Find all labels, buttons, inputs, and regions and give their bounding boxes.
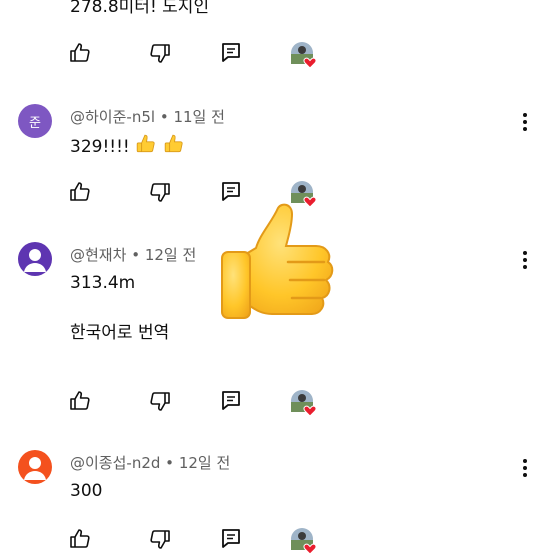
comment-header: @하이준-n5l • 11일 전 [70, 106, 225, 127]
comment-header: @현재차 • 12일 전 [70, 244, 196, 265]
thumbs-up-emoji-icon [163, 133, 185, 155]
default-user-icon [24, 457, 46, 480]
comment-text-partial: 278.8미터! 도지인 [70, 0, 210, 17]
like-icon[interactable] [68, 389, 92, 413]
more-options-icon[interactable] [522, 112, 528, 132]
creator-heart-icon [290, 527, 318, 555]
avatar[interactable] [18, 450, 52, 484]
avatar[interactable] [18, 242, 52, 276]
comment-body: 329!!!! [70, 137, 130, 157]
comment-time[interactable]: 12일 전 [145, 246, 196, 264]
comment-text: 300 [70, 481, 103, 501]
avatar-initial: 준 [29, 115, 41, 131]
separator-dot: • [159, 108, 169, 126]
dislike-icon[interactable] [148, 527, 172, 551]
comment-text: 329!!!! [70, 133, 185, 157]
separator-dot: • [165, 454, 175, 472]
comment-author[interactable]: @현재차 [70, 246, 126, 264]
more-options-icon[interactable] [522, 458, 528, 478]
creator-heart-icon [290, 389, 318, 417]
comment-time[interactable]: 12일 전 [179, 454, 230, 472]
like-icon[interactable] [68, 180, 92, 204]
comment-text: 313.4m [70, 273, 136, 293]
reply-icon[interactable] [219, 389, 243, 413]
like-icon[interactable] [68, 41, 92, 65]
more-options-icon[interactable] [522, 250, 528, 270]
comment-author[interactable]: @이종섭-n2d [70, 454, 160, 472]
default-user-icon [24, 249, 46, 272]
dislike-icon[interactable] [148, 41, 172, 65]
avatar[interactable]: 준 [18, 104, 52, 138]
reply-icon[interactable] [219, 527, 243, 551]
dislike-icon[interactable] [148, 180, 172, 204]
thumbs-up-emoji-icon [135, 133, 157, 155]
dislike-icon[interactable] [148, 389, 172, 413]
reply-icon[interactable] [219, 41, 243, 65]
comment-author[interactable]: @하이준-n5l [70, 108, 155, 126]
comment-time[interactable]: 11일 전 [173, 108, 224, 126]
thumbs-up-emoji-overlay-icon [221, 203, 334, 319]
separator-dot: • [131, 246, 141, 264]
like-icon[interactable] [68, 527, 92, 551]
creator-heart-icon [290, 41, 318, 69]
translate-link[interactable]: 한국어로 번역 [70, 318, 169, 343]
comment-header: @이종섭-n2d • 12일 전 [70, 452, 230, 473]
